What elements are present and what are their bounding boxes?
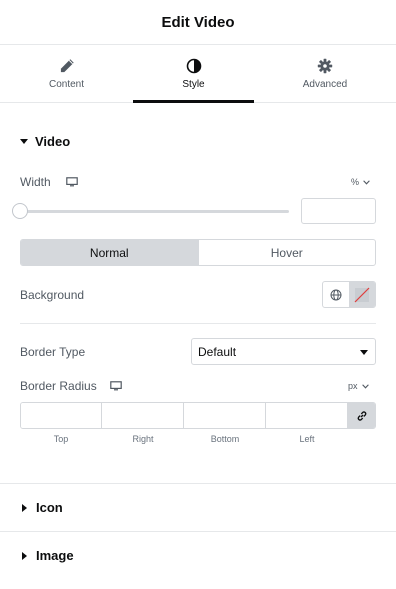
border-radius-right-input[interactable] (102, 403, 184, 428)
tab-content-label: Content (48, 78, 85, 90)
background-controls (322, 281, 376, 308)
width-slider-handle[interactable] (12, 203, 28, 219)
border-type-select[interactable]: Default (191, 338, 376, 365)
caret-down-icon (360, 350, 368, 355)
link-values-button[interactable] (348, 403, 375, 428)
border-type-value: Default (198, 344, 237, 359)
chevron-down-icon (361, 383, 369, 389)
section-image-title: Image (36, 548, 74, 563)
panel-header: Edit Video (0, 0, 396, 45)
width-unit-select[interactable]: % (351, 177, 370, 187)
section-divider (0, 531, 396, 532)
global-colors-button[interactable] (323, 282, 349, 307)
panel-title: Edit Video (161, 13, 235, 31)
tab-advanced[interactable]: Advanced (254, 45, 396, 102)
no-color-swatch-icon (354, 287, 370, 302)
width-unit-label: % (351, 177, 360, 187)
state-normal-tab[interactable]: Normal (21, 240, 198, 265)
caret-down-icon (20, 139, 28, 144)
section-video-toggle[interactable]: Video (20, 134, 70, 149)
color-picker-button[interactable] (348, 282, 375, 307)
caret-right-icon (22, 551, 27, 560)
desktop-icon[interactable] (66, 177, 78, 187)
border-radius-top-input[interactable] (21, 403, 102, 428)
dim-label-bottom: Bottom (210, 434, 240, 444)
section-icon-toggle[interactable]: Icon (22, 500, 63, 515)
border-radius-bottom-input[interactable] (184, 403, 266, 428)
desktop-icon[interactable] (110, 381, 122, 391)
tab-style-label: Style (182, 78, 205, 90)
tab-bar: Content Style Advanced (0, 45, 396, 103)
dim-label-top: Top (53, 434, 69, 444)
border-radius-unit-label: px (348, 381, 358, 391)
link-icon (357, 410, 366, 421)
section-divider (0, 483, 396, 484)
border-radius-label: Border Radius (20, 379, 97, 393)
pencil-icon (60, 58, 74, 72)
dim-label-right: Right (132, 434, 154, 444)
width-label: Width (20, 175, 51, 189)
gear-icon (317, 58, 333, 73)
border-radius-dimensions (20, 402, 376, 429)
tab-style[interactable]: Style (133, 45, 254, 103)
section-video-title: Video (35, 134, 71, 149)
globe-icon (330, 289, 342, 300)
dim-label-left: Left (299, 434, 315, 444)
chevron-down-icon (363, 179, 370, 185)
section-icon-title: Icon (36, 500, 63, 515)
tab-content[interactable]: Content (0, 45, 133, 102)
contrast-icon (186, 58, 201, 73)
border-type-label: Border Type (20, 345, 86, 359)
state-hover-tab[interactable]: Hover (197, 240, 376, 265)
state-toggle: Normal Hover (20, 239, 376, 266)
section-divider (20, 323, 376, 324)
section-image-toggle[interactable]: Image (22, 548, 74, 563)
border-radius-unit-select[interactable]: px (348, 381, 369, 391)
width-slider-track[interactable] (20, 210, 289, 213)
background-label: Background (20, 288, 85, 302)
width-value-input[interactable] (301, 198, 376, 224)
tab-advanced-label: Advanced (302, 78, 348, 90)
border-radius-left-input[interactable] (266, 403, 348, 428)
caret-right-icon (22, 503, 27, 512)
